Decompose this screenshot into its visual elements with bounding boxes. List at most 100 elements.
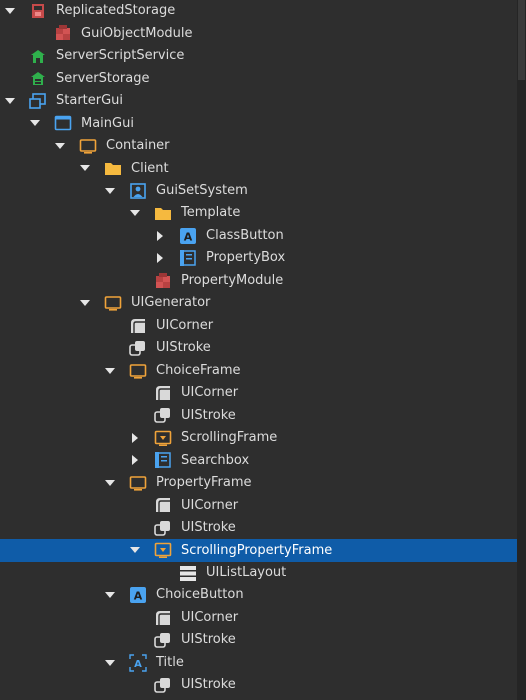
collapse-arrow-icon[interactable] <box>104 477 116 489</box>
collapse-arrow-icon[interactable] <box>104 589 116 601</box>
chevron-right-icon <box>157 230 163 241</box>
chevron-down-icon <box>105 659 115 666</box>
tree-item-label: Template <box>181 205 241 221</box>
text-button-icon: A <box>129 586 147 604</box>
ui-corner-icon <box>154 496 172 514</box>
tree-row[interactable]: A ChoiceButton <box>0 584 517 607</box>
chevron-down-icon <box>30 120 40 127</box>
frame-icon <box>129 474 147 492</box>
collapse-arrow-icon[interactable] <box>129 207 141 219</box>
local-script-icon <box>129 182 147 200</box>
ui-list-layout-icon <box>179 564 197 582</box>
expand-arrow-icon[interactable] <box>154 230 166 242</box>
chevron-right-icon <box>132 432 138 443</box>
tree-item-label: MainGui <box>81 115 134 131</box>
tree-item-label: GuiSetSystem <box>156 183 248 198</box>
tree-row[interactable]: StarterGui <box>0 90 517 113</box>
tree-row[interactable]: UICorner <box>0 607 517 630</box>
expand-arrow-icon[interactable] <box>129 432 141 444</box>
collapse-arrow-icon[interactable] <box>29 117 41 129</box>
tree-row[interactable]: PropertyBox <box>0 247 517 270</box>
tree-row[interactable]: MainGui <box>0 112 517 135</box>
module-script-icon <box>54 24 72 42</box>
ui-stroke-icon <box>154 631 172 649</box>
tree-item-label: ServerScriptService <box>56 48 185 64</box>
tree-row[interactable]: UICorner <box>0 494 517 517</box>
screen-gui-icon <box>54 114 72 132</box>
chevron-down-icon <box>5 97 15 104</box>
expand-arrow-icon[interactable] <box>154 252 166 264</box>
folder-icon <box>104 159 122 177</box>
tree-row[interactable]: UIStroke <box>0 517 517 540</box>
tree-row[interactable]: ServerScriptService <box>0 45 517 68</box>
chevron-down-icon <box>130 547 140 554</box>
tree-row[interactable]: Template <box>0 202 517 225</box>
ui-stroke-icon <box>129 339 147 357</box>
chevron-down-icon <box>105 479 115 486</box>
collapse-arrow-icon[interactable] <box>79 162 91 174</box>
tree-item-label: ServerStorage <box>56 70 150 86</box>
collapse-arrow-icon[interactable] <box>104 365 116 377</box>
collapse-arrow-icon[interactable] <box>54 140 66 152</box>
vertical-scrollbar[interactable] <box>517 0 526 700</box>
collapse-arrow-icon[interactable] <box>4 5 16 17</box>
tree-row[interactable]: GuiSetSystem <box>0 180 517 203</box>
tree-row[interactable]: Container <box>0 135 517 158</box>
tree-item-label: UIStroke <box>181 632 236 648</box>
tree-row[interactable]: PropertyFrame <box>0 472 517 495</box>
tree-row[interactable]: GuiObjectModule <box>0 22 517 45</box>
collapse-arrow-icon[interactable] <box>4 95 16 107</box>
tree-row[interactable]: ReplicatedStorage <box>0 0 517 23</box>
tree-row[interactable]: Searchbox <box>0 449 517 472</box>
tree-item-label: UICorner <box>181 609 239 625</box>
tree-row[interactable]: A ClassButton <box>0 225 517 248</box>
chevron-down-icon <box>105 367 115 374</box>
collapse-arrow-icon[interactable] <box>129 544 141 556</box>
tree-row[interactable]: UIListLayout <box>0 562 517 585</box>
scrollbar-thumb[interactable] <box>518 0 525 80</box>
tree-item-label: UICorner <box>181 385 239 401</box>
tree-item-label: UIStroke <box>181 520 236 536</box>
collapse-arrow-icon[interactable] <box>104 657 116 669</box>
tree-row[interactable]: UICorner <box>0 315 517 338</box>
tree-row[interactable]: Client <box>0 157 517 180</box>
expand-arrow-icon[interactable] <box>129 454 141 466</box>
starter-gui-icon <box>29 92 47 110</box>
tree-row[interactable]: UIStroke <box>0 674 517 697</box>
frame-icon <box>129 362 147 380</box>
tree-item-label: UIStroke <box>181 407 236 423</box>
ui-corner-icon <box>154 384 172 402</box>
tree-row[interactable]: UIStroke <box>0 404 517 427</box>
chevron-down-icon <box>80 165 90 172</box>
tree-row[interactable]: ChoiceFrame <box>0 360 517 383</box>
tree-item-label: UICorner <box>156 317 214 333</box>
tree-item-label: UIListLayout <box>206 565 287 580</box>
tree-row[interactable]: ServerStorage <box>0 67 517 90</box>
text-label-icon: A <box>129 653 147 672</box>
chevron-down-icon <box>55 142 65 149</box>
chevron-right-icon <box>132 455 138 466</box>
tree-item-label: StarterGui <box>56 93 124 109</box>
tree-row[interactable]: A Title <box>0 652 517 675</box>
module-script-icon <box>154 272 172 290</box>
tree-row[interactable]: ScrollingPropertyFrame <box>0 539 517 562</box>
text-box-icon <box>179 249 197 267</box>
collapse-arrow-icon[interactable] <box>79 297 91 309</box>
scrolling-frame-icon <box>154 429 172 447</box>
text-box-icon <box>154 451 172 469</box>
chevron-down-icon <box>130 210 140 217</box>
collapse-arrow-icon[interactable] <box>104 185 116 197</box>
tree-row[interactable]: PropertyModule <box>0 270 517 293</box>
tree-row[interactable]: ScrollingFrame <box>0 427 517 450</box>
chevron-down-icon <box>105 592 115 599</box>
tree-item-label: PropertyBox <box>206 250 286 266</box>
tree-item-label: ScrollingFrame <box>181 430 278 446</box>
tree-item-label: PropertyFrame <box>156 475 252 491</box>
tree-row[interactable]: UIStroke <box>0 629 517 652</box>
tree-row[interactable]: UICorner <box>0 382 517 405</box>
tree-row[interactable]: UIStroke <box>0 337 517 360</box>
replicated-storage-icon <box>29 2 47 20</box>
scrolling-frame-icon <box>154 541 172 559</box>
tree-row[interactable]: UIGenerator <box>0 292 517 315</box>
chevron-right-icon <box>157 253 163 264</box>
